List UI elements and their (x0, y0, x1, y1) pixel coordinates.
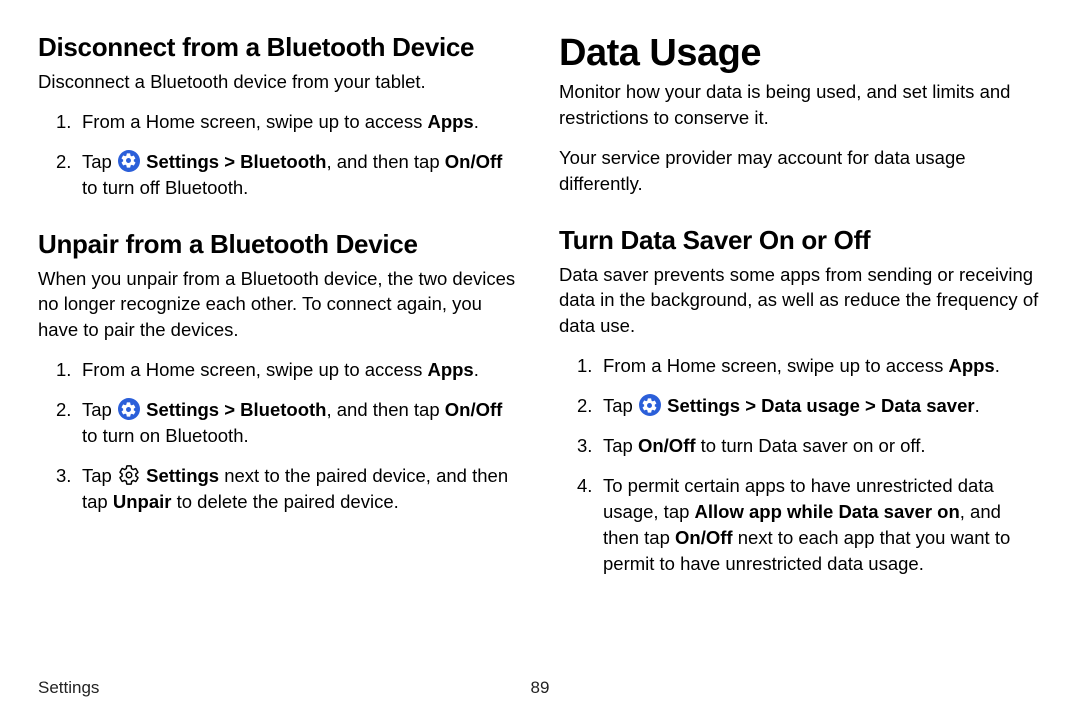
step: 2. Tap Settings > Data usage > Data save… (559, 393, 1042, 419)
settings-gear-outline-icon (118, 464, 140, 486)
left-column: Disconnect from a Bluetooth Device Disco… (38, 32, 521, 590)
page-number: 89 (531, 678, 550, 698)
page-columns: Disconnect from a Bluetooth Device Disco… (38, 32, 1042, 590)
step-number: 1. (577, 353, 603, 379)
step: 1. From a Home screen, swipe up to acces… (38, 357, 521, 383)
footer-section-label: Settings (38, 678, 99, 698)
step: 1. From a Home screen, swipe up to acces… (38, 109, 521, 135)
intro-data-usage-2: Your service provider may account for da… (559, 145, 1042, 197)
right-column: Data Usage Monitor how your data is bein… (559, 32, 1042, 590)
settings-gear-icon (118, 150, 140, 172)
step: 2. Tap Settings > Bluetooth, and then ta… (38, 397, 521, 449)
step-number: 2. (56, 397, 82, 449)
step-number: 2. (577, 393, 603, 419)
step: 1. From a Home screen, swipe up to acces… (559, 353, 1042, 379)
step-text: From a Home screen, swipe up to access A… (82, 357, 521, 383)
step-text: Tap On/Off to turn Data saver on or off. (603, 433, 1042, 459)
step-number: 1. (56, 357, 82, 383)
heading-unpair: Unpair from a Bluetooth Device (38, 229, 521, 260)
step-number: 1. (56, 109, 82, 135)
step-number: 3. (577, 433, 603, 459)
settings-gear-icon (639, 394, 661, 416)
intro-unpair: When you unpair from a Bluetooth device,… (38, 266, 521, 344)
heading-data-usage: Data Usage (559, 32, 1042, 75)
step: 2. Tap Settings > Bluetooth, and then ta… (38, 149, 521, 201)
step-text: From a Home screen, swipe up to access A… (82, 109, 521, 135)
step: 3. Tap Settings next to the paired devic… (38, 463, 521, 515)
step: 3. Tap On/Off to turn Data saver on or o… (559, 433, 1042, 459)
settings-gear-icon (118, 398, 140, 420)
step-text: Tap Settings > Bluetooth, and then tap O… (82, 397, 521, 449)
step-number: 2. (56, 149, 82, 201)
step-number: 4. (577, 473, 603, 577)
intro-data-saver: Data saver prevents some apps from sendi… (559, 262, 1042, 340)
step-text: Tap Settings next to the paired device, … (82, 463, 521, 515)
step: 4. To permit certain apps to have unrest… (559, 473, 1042, 577)
step-number: 3. (56, 463, 82, 515)
step-text: From a Home screen, swipe up to access A… (603, 353, 1042, 379)
step-text: Tap Settings > Bluetooth, and then tap O… (82, 149, 521, 201)
step-text: To permit certain apps to have unrestric… (603, 473, 1042, 577)
heading-data-saver: Turn Data Saver On or Off (559, 225, 1042, 256)
intro-disconnect: Disconnect a Bluetooth device from your … (38, 69, 521, 95)
step-text: Tap Settings > Data usage > Data saver. (603, 393, 1042, 419)
heading-disconnect: Disconnect from a Bluetooth Device (38, 32, 521, 63)
intro-data-usage-1: Monitor how your data is being used, and… (559, 79, 1042, 131)
